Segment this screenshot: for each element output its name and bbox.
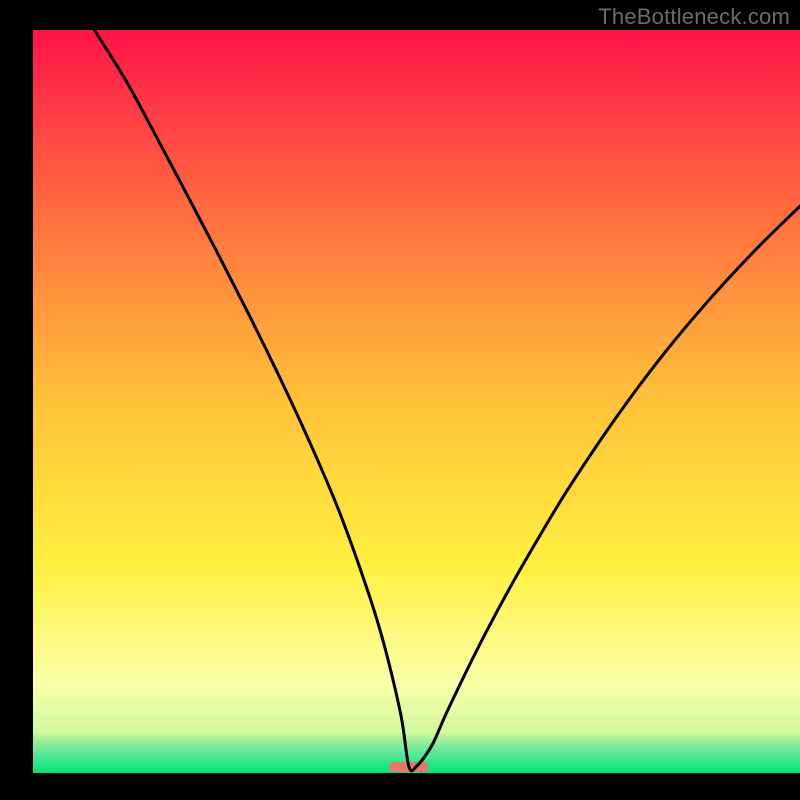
- chart-frame: { "watermark": "TheBottleneck.com", "cha…: [0, 0, 800, 800]
- plot-background: [33, 30, 800, 773]
- bottleneck-chart: [0, 0, 800, 800]
- watermark-text: TheBottleneck.com: [598, 4, 790, 30]
